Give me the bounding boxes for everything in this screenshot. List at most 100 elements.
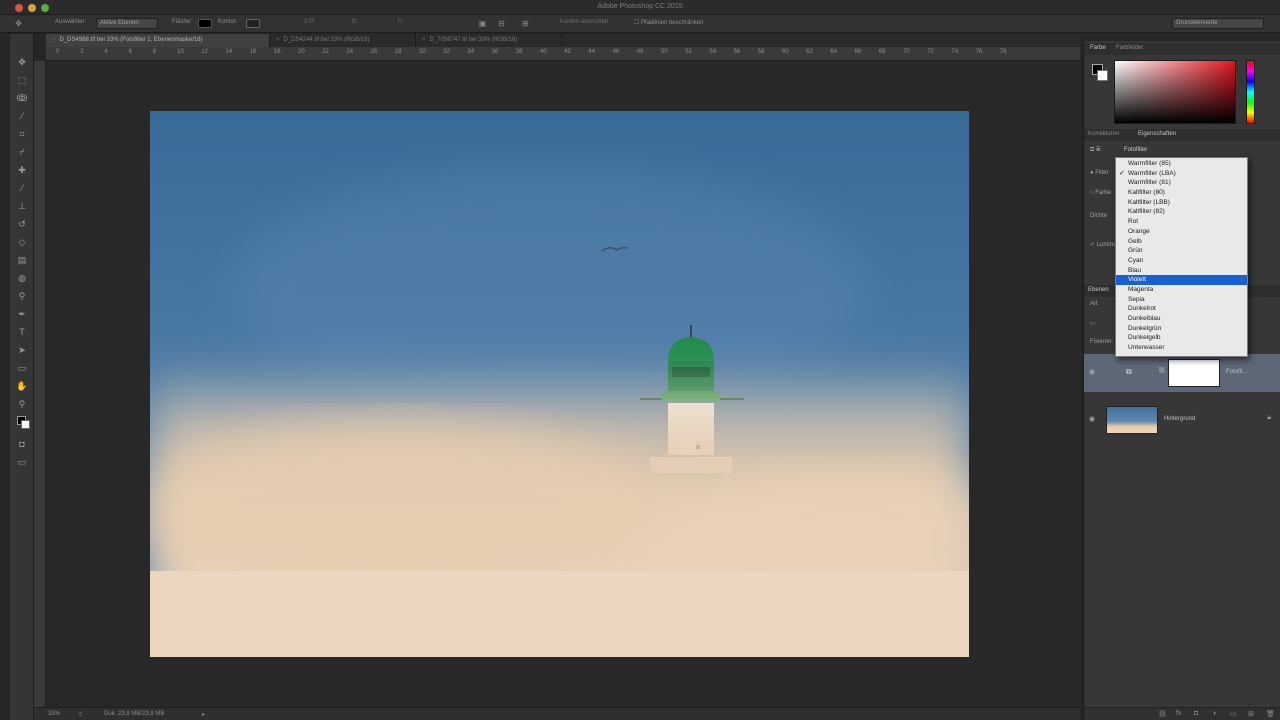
stroke-swatch[interactable] <box>246 19 260 28</box>
layer-row-background[interactable]: ◉ Hintergrund 🔒︎ <box>1084 401 1280 439</box>
move-tool-icon[interactable]: ✥ <box>14 19 23 28</box>
dropdown-item[interactable]: Grün <box>1116 246 1247 256</box>
move-tool-icon[interactable]: ✥ <box>16 56 28 68</box>
dropdown-item[interactable]: Violett <box>1116 275 1247 285</box>
auto-select-dropdown[interactable]: Aktive Ebenen <box>96 18 158 29</box>
layer-name[interactable]: Hintergrund <box>1164 416 1195 422</box>
dropdown-item[interactable]: Magenta <box>1116 285 1247 295</box>
link-layers-icon[interactable]: ⛓ <box>1158 710 1167 718</box>
eraser-tool-icon[interactable]: ◇ <box>16 236 28 248</box>
tab-properties[interactable]: Eigenschaften <box>1138 131 1176 137</box>
layer-name[interactable]: Fotofil... <box>1226 369 1247 375</box>
path-operations-icon[interactable]: ▣ <box>478 19 487 28</box>
lasso-tool-icon[interactable]: ↂ <box>16 92 28 104</box>
dropdown-item[interactable]: Dunkelgelb <box>1116 333 1247 343</box>
shape-tool-icon[interactable]: ▭ <box>16 362 28 374</box>
ruler-tick-label: 6 <box>128 49 132 55</box>
pen-tool-icon[interactable]: ✒ <box>16 308 28 320</box>
delete-layer-icon[interactable]: 🗑︎ <box>1266 710 1275 718</box>
tab-document-3[interactable]: × D_7056747.tif bei 33% (RGB/16) <box>416 34 562 47</box>
color-field[interactable] <box>1114 60 1236 124</box>
filter-radio[interactable]: ● Filter <box>1090 170 1109 176</box>
dropdown-item[interactable]: Kaltfilter (LBB) <box>1116 198 1247 208</box>
ruler-tick-label: 40 <box>540 49 547 55</box>
hue-slider[interactable] <box>1246 60 1255 124</box>
healing-brush-icon[interactable]: ✚ <box>16 164 28 176</box>
hand-tool-icon[interactable]: ✋ <box>16 380 28 392</box>
background-color-icon[interactable] <box>21 420 30 429</box>
close-tab-icon[interactable]: × <box>422 37 426 43</box>
adjustment-layer-icon[interactable]: ◑ <box>1212 710 1216 717</box>
close-tab-icon[interactable]: × <box>52 37 56 43</box>
mask-link-icon[interactable]: ⛓ <box>1158 367 1166 374</box>
document-canvas[interactable] <box>46 61 1080 707</box>
add-mask-icon[interactable]: ◘ <box>1194 710 1198 717</box>
eyedropper-tool-icon[interactable]: ⌿ <box>16 146 28 158</box>
layer-blend-mode[interactable]: ▭ <box>1090 320 1096 327</box>
layer-filter-kind[interactable]: Art <box>1090 301 1098 307</box>
brush-tool-icon[interactable]: ∕ <box>16 182 28 194</box>
clone-stamp-icon[interactable]: ⊥ <box>16 200 28 212</box>
zoom-level[interactable]: 33% <box>48 711 60 717</box>
dropdown-item[interactable]: Dunkelgrün <box>1116 324 1247 334</box>
tools-panel: ✥ ⬚ ↂ ⁄ ⌗ ⌿ ✚ ∕ ⊥ ↺ ◇ ▤ ◍ ⚲ ✒ T ➤ ▭ ✋ ⚲ … <box>10 34 34 720</box>
fill-swatch[interactable] <box>198 19 212 28</box>
tab-document-2[interactable]: × D_DS4244.tif bei 33% (RGB/16) <box>270 34 416 47</box>
dropdown-item[interactable]: Unterwasser <box>1116 343 1247 353</box>
ruler-tick-label: 54 <box>709 49 717 55</box>
gradient-tool-icon[interactable]: ▤ <box>16 254 28 266</box>
path-arrangement-icon[interactable]: ⊞ <box>521 19 530 28</box>
layer-mask-thumbnail[interactable] <box>1168 359 1220 387</box>
stroke-width-field[interactable]: 3 Pt <box>304 19 315 25</box>
dropdown-item[interactable]: Cyan <box>1116 256 1247 266</box>
dropdown-item[interactable]: Kaltfilter (82) <box>1116 207 1247 217</box>
workspace-dropdown[interactable]: Grundelemente <box>1172 18 1264 29</box>
close-tab-icon[interactable]: × <box>276 37 280 43</box>
dropdown-item[interactable]: Sepia <box>1116 295 1247 305</box>
new-layer-icon[interactable]: ⊞ <box>1248 710 1254 718</box>
blur-tool-icon[interactable]: ◍ <box>16 272 28 284</box>
dropdown-item[interactable]: Warmfilter (81) <box>1116 178 1247 188</box>
quick-select-tool-icon[interactable]: ⁄ <box>16 110 28 122</box>
path-alignment-icon[interactable]: ⊟ <box>497 19 506 28</box>
dropdown-item[interactable]: Orange <box>1116 227 1247 237</box>
panel-background-swatch[interactable] <box>1097 70 1108 81</box>
tab-adjustments[interactable]: Korrekturen <box>1088 131 1119 137</box>
fill-label: Fläche: <box>172 19 192 25</box>
dropdown-item[interactable]: Gelb <box>1116 237 1247 247</box>
tab-document-1[interactable]: × D_DS4968.tif bei 33% (Fotofilter 1, Ebe… <box>46 34 270 47</box>
dropdown-item[interactable]: Warmfilter (LBA) <box>1116 169 1247 179</box>
share-icon[interactable]: ⇪ <box>78 711 83 718</box>
align-edges-checkbox[interactable]: Kanten ausrichten <box>560 19 608 25</box>
dropdown-item[interactable]: Warmfilter (85) <box>1116 159 1247 169</box>
marquee-tool-icon[interactable]: ⬚ <box>16 74 28 86</box>
screen-mode-icon[interactable]: ▭ <box>16 456 28 468</box>
status-menu-arrow-icon[interactable]: ▸ <box>202 711 205 718</box>
new-group-icon[interactable]: ▭ <box>1230 710 1237 718</box>
dropdown-item[interactable]: Blau <box>1116 266 1247 276</box>
quick-mask-icon[interactable]: ◘ <box>16 438 28 450</box>
dropdown-item[interactable]: Rot <box>1116 217 1247 227</box>
dropdown-item[interactable]: Dunkelrot <box>1116 304 1247 314</box>
dropdown-item[interactable]: Dunkelblau <box>1116 314 1247 324</box>
history-brush-icon[interactable]: ↺ <box>16 218 28 230</box>
tab-color[interactable]: Farbe <box>1090 45 1106 51</box>
document-image[interactable] <box>150 111 969 657</box>
type-tool-icon[interactable]: T <box>16 326 28 338</box>
path-select-tool-icon[interactable]: ➤ <box>16 344 28 356</box>
zoom-tool-icon[interactable]: ⚲ <box>16 398 28 410</box>
filter-dropdown-menu[interactable]: Warmfilter (85)Warmfilter (LBA)Warmfilte… <box>1115 157 1248 357</box>
ruler-tick-label: 24 <box>346 49 354 55</box>
dodge-tool-icon[interactable]: ⚲ <box>16 290 28 302</box>
layer-style-icon[interactable]: fx <box>1176 710 1181 717</box>
visibility-eye-icon[interactable]: ◉ <box>1089 368 1095 376</box>
visibility-eye-icon[interactable]: ◉ <box>1089 415 1095 423</box>
layer-row-photo-filter[interactable]: ◉ ⧉ ⛓ Fotofil... <box>1084 354 1280 392</box>
tab-layers[interactable]: Ebenen <box>1088 287 1109 293</box>
density-label: Dichte <box>1090 213 1108 219</box>
color-radio[interactable]: ○ Farbe <box>1090 190 1111 196</box>
tab-swatches[interactable]: Farbfelder <box>1116 45 1143 51</box>
constrain-paths-checkbox[interactable]: ☐ Pfadlinien beschränken <box>634 19 703 26</box>
dropdown-item[interactable]: Kaltfilter (80) <box>1116 188 1247 198</box>
crop-tool-icon[interactable]: ⌗ <box>16 128 28 140</box>
